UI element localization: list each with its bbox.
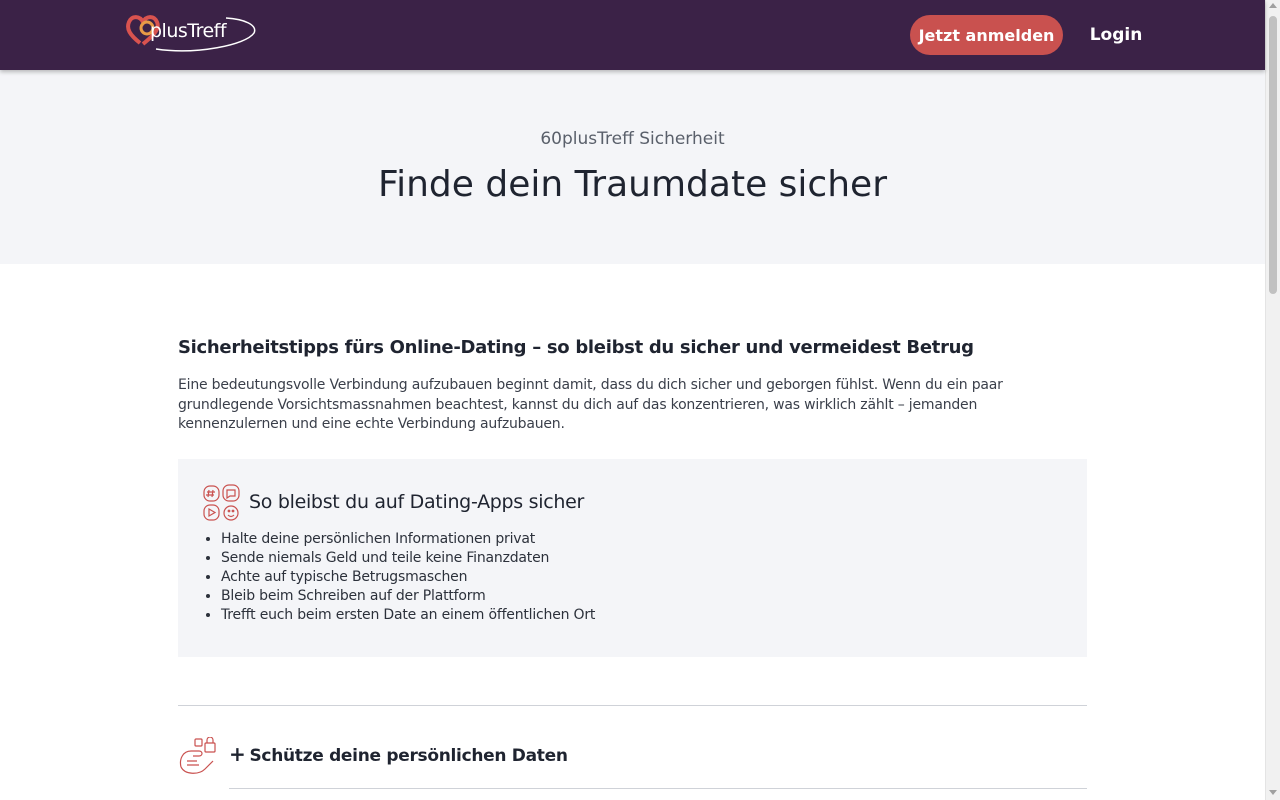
section-heading: Sicherheitstipps fürs Online-Dating – so…: [178, 337, 974, 358]
list-item: Halte deine persönlichen Informationen p…: [221, 530, 595, 549]
site-header: plusTreff Jetzt anmelden Login: [0, 0, 1265, 70]
scroll-thumb[interactable]: [1269, 16, 1277, 294]
data-protection-icon: [179, 737, 216, 774]
list-item: Trefft euch beim ersten Date an einem öf…: [221, 606, 595, 625]
list-item: Bleib beim Schreiben auf der Plattform: [221, 587, 595, 606]
page-title: Finde dein Traumdate sicher: [378, 164, 887, 205]
list-item: Achte auf typische Betrugsmaschen: [221, 568, 595, 587]
list-item: Sende niemals Geld und teile keine Finan…: [221, 549, 595, 568]
tips-title: So bleibst du auf Dating-Apps sicher: [249, 491, 585, 513]
tips-list: Halte deine persönlichen Informationen p…: [221, 530, 595, 625]
accordion-personal-data[interactable]: + Schütze deine persönlichen Daten: [229, 742, 568, 766]
divider: [178, 705, 1087, 706]
accordion-label: Schütze deine persönlichen Daten: [249, 746, 568, 766]
tips-box: So bleibst du auf Dating-Apps sicher Hal…: [178, 459, 1087, 657]
social-apps-icon: [203, 484, 240, 521]
intro-paragraph: Eine bedeutungsvolle Verbindung aufzubau…: [178, 377, 1003, 432]
site-logo[interactable]: plusTreff: [126, 11, 258, 55]
signup-button[interactable]: Jetzt anmelden: [910, 15, 1063, 55]
hero-subtitle: 60plusTreff Sicherheit: [540, 129, 725, 149]
logo-text: plusTreff: [150, 20, 227, 42]
divider: [229, 788, 1087, 789]
scroll-down-arrow-icon[interactable]: [1269, 790, 1277, 795]
scrollbar[interactable]: [1265, 0, 1280, 800]
plus-icon: +: [229, 742, 246, 766]
login-button[interactable]: Login: [1082, 15, 1150, 55]
scroll-up-arrow-icon[interactable]: [1269, 3, 1277, 8]
hero-section: 60plusTreff Sicherheit Finde dein Traumd…: [0, 70, 1265, 264]
